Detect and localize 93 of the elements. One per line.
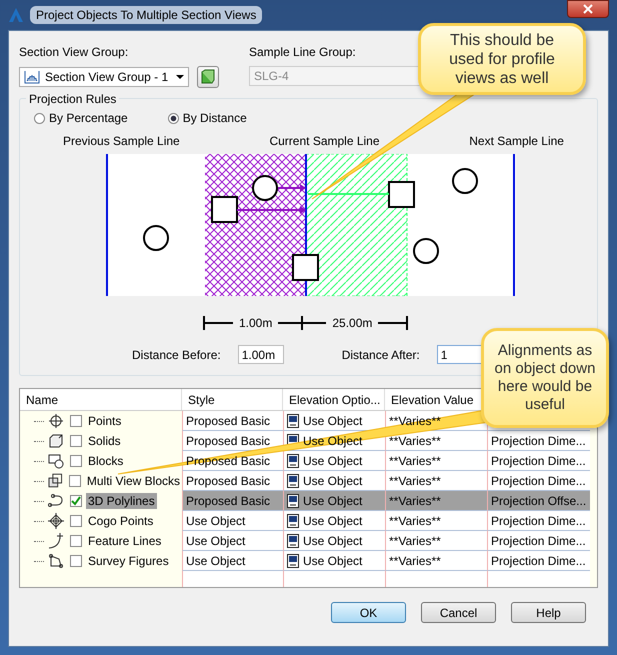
table-cell[interactable]: Projection Offse... xyxy=(487,491,590,511)
dimension-line xyxy=(378,316,408,330)
table-cell[interactable]: Proposed Basic xyxy=(182,491,283,511)
column-header[interactable]: Name xyxy=(26,392,58,406)
object-icon xyxy=(287,514,299,528)
table-cell[interactable]: Projection Dime... xyxy=(487,431,590,451)
diagram-label: Previous Sample Line xyxy=(63,134,180,148)
object-icon xyxy=(287,454,299,468)
column-header[interactable]: Elevation Optio... xyxy=(289,392,380,406)
table-cell[interactable]: Projection Dime... xyxy=(487,531,590,551)
polyline-type-icon xyxy=(48,493,64,509)
app-logo-icon xyxy=(8,7,24,23)
points-type-icon xyxy=(48,413,64,429)
distance-after-field[interactable]: 1 xyxy=(436,345,483,364)
caret-icon xyxy=(176,75,184,79)
table-cell[interactable]: **Varies** xyxy=(385,431,487,451)
object-icon xyxy=(287,474,299,488)
section-view-group-dropdown[interactable]: Section View Group - 1 xyxy=(19,67,189,87)
table-cell[interactable]: Use Object xyxy=(283,531,385,551)
column-header[interactable]: Elevation Value xyxy=(391,392,474,406)
table-cell[interactable]: Use Object xyxy=(182,551,283,571)
table-cell[interactable]: Projection Dime... xyxy=(487,551,590,571)
object-type-name[interactable]: 3D Polylines xyxy=(86,493,157,509)
table-cell[interactable]: Use Object xyxy=(182,531,283,551)
close-icon xyxy=(583,4,593,14)
field-label: Sample Line Group: xyxy=(249,45,357,59)
window-title: Project Objects To Multiple Section Views xyxy=(30,6,262,24)
dimension-text: 1.00m xyxy=(239,316,272,330)
table-cell[interactable]: Use Object xyxy=(283,511,385,531)
field-label: Section View Group: xyxy=(19,45,130,59)
object-icon xyxy=(287,554,299,568)
radio-option[interactable]: By Percentage xyxy=(34,111,128,125)
dimension-line xyxy=(278,316,326,330)
object-type-name[interactable]: Feature Lines xyxy=(86,533,164,549)
table-cell[interactable]: Use Object xyxy=(283,471,385,491)
table-cell[interactable]: **Varies** xyxy=(385,491,487,511)
feature-type-icon xyxy=(48,533,64,549)
table-cell[interactable]: Projection Dime... xyxy=(487,471,590,491)
pick-button[interactable] xyxy=(197,66,219,88)
table-cell[interactable]: **Varies** xyxy=(385,471,487,491)
table-cell[interactable]: **Varies** xyxy=(385,451,487,471)
object-type-name[interactable]: Solids xyxy=(86,433,123,449)
checkbox[interactable] xyxy=(70,435,82,447)
field-label: Distance After: xyxy=(342,348,420,362)
table-cell[interactable]: Proposed Basic xyxy=(182,411,283,431)
table-cell[interactable]: Use Object xyxy=(283,551,385,571)
solids-type-icon xyxy=(48,433,64,449)
object-type-name[interactable]: Survey Figures xyxy=(86,553,171,569)
table-cell[interactable]: Projection Dime... xyxy=(487,451,590,471)
dialog-button[interactable]: OK xyxy=(331,602,406,623)
radio-option[interactable]: By Distance xyxy=(168,111,247,125)
table-cell[interactable]: Use Object xyxy=(283,411,385,431)
dialog-button[interactable]: Help xyxy=(511,602,586,623)
section-view-icon xyxy=(24,69,40,85)
checkbox[interactable] xyxy=(69,475,81,487)
cogo-type-icon xyxy=(48,513,64,529)
checkbox[interactable] xyxy=(70,495,82,507)
object-type-name[interactable]: Points xyxy=(86,413,124,429)
group-title: Projection Rules xyxy=(26,92,120,106)
callout: Alignments as on object down here would be useful xyxy=(481,328,609,428)
table-cell[interactable]: Use Object xyxy=(182,511,283,531)
diagram-label: Next Sample Line xyxy=(469,134,564,148)
multiview-type-icon xyxy=(48,473,64,489)
table-cell[interactable]: **Varies** xyxy=(385,511,487,531)
object-icon xyxy=(287,414,299,428)
blocks-type-icon xyxy=(48,453,64,469)
survey-type-icon xyxy=(48,553,64,569)
object-type-name[interactable]: Multi View Blocks xyxy=(84,473,182,489)
dialog-button[interactable]: Cancel xyxy=(421,602,496,623)
field-label: Distance Before: xyxy=(132,348,221,362)
dimension-text: 25.00m xyxy=(332,316,372,330)
table-cell[interactable]: **Varies** xyxy=(385,551,487,571)
table-cell[interactable]: Projection Dime... xyxy=(487,511,590,531)
checkbox[interactable] xyxy=(70,455,82,467)
dimension-line xyxy=(203,316,233,330)
object-type-name[interactable]: Cogo Points xyxy=(86,513,156,529)
column-header[interactable]: Style xyxy=(188,392,215,406)
table-cell[interactable]: Use Object xyxy=(283,451,385,471)
diagram-label: Current Sample Line xyxy=(269,134,380,148)
object-icon xyxy=(287,494,299,508)
checkbox[interactable] xyxy=(70,515,82,527)
table-cell[interactable]: Use Object xyxy=(283,491,385,511)
table-cell[interactable]: **Varies** xyxy=(385,531,487,551)
object-icon xyxy=(287,534,299,548)
checkbox[interactable] xyxy=(70,555,82,567)
distance-before-field[interactable]: 1.00m xyxy=(238,345,284,364)
checkbox[interactable] xyxy=(70,535,82,547)
table-cell[interactable]: Proposed Basic xyxy=(182,471,283,491)
object-type-name[interactable]: Blocks xyxy=(86,453,126,469)
checkbox[interactable] xyxy=(70,415,82,427)
table-cell[interactable]: Proposed Basic xyxy=(182,431,283,451)
callout: This should be used for profile views as well xyxy=(418,23,586,95)
close-button[interactable] xyxy=(567,0,609,18)
